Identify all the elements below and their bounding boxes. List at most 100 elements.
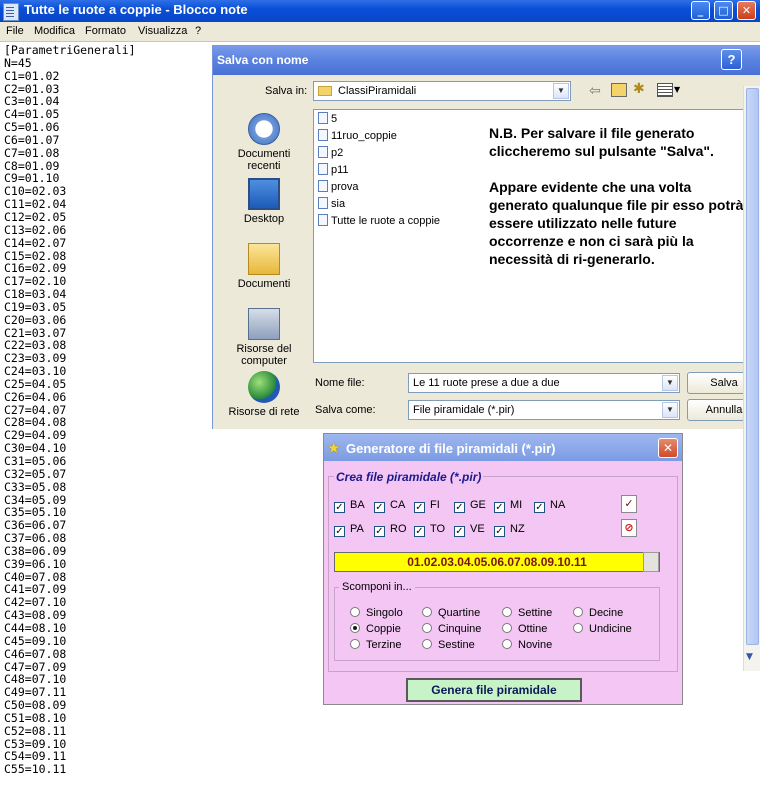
place-documents[interactable]: Documenti [227,243,301,290]
savetype-dropdown[interactable]: File piramidale (*.pir) ▼ [408,400,680,420]
scroll-down-icon[interactable]: ▼ [746,652,753,662]
radio-ottine[interactable]: Ottine [502,623,547,635]
place-computer[interactable]: Risorse del computer [227,308,301,367]
notepad-line: C26=04.06 [4,389,67,404]
generator-titlebar: ★ Generatore di file piramidali (*.pir) … [324,434,682,461]
radio-settine[interactable]: Settine [502,607,552,619]
checkmark-icon: ✓ [334,526,345,537]
radio-singolo[interactable]: Singolo [350,607,403,619]
notepad-line: C44=08.10 [4,620,67,635]
place-computer-label: Risorse del computer [236,343,292,367]
checkbox-mi[interactable]: ✓ MI [494,499,522,513]
place-desktop-label: Desktop [243,213,285,225]
checkbox-ro[interactable]: ✓ RO [374,523,407,537]
radio-cinquine[interactable]: Cinquine [422,623,481,635]
menu-file[interactable]: File [6,25,24,37]
radio-sestine[interactable]: Sestine [422,639,475,651]
generate-button[interactable]: Genera file piramidale [406,678,582,702]
new-folder-icon[interactable]: ✱ [633,81,645,97]
checkbox-fi[interactable]: ✓ FI [414,499,440,513]
notepad-line: C18=03.04 [4,287,67,302]
close-button[interactable]: ✕ [737,1,756,20]
notepad-scrollbar[interactable]: ▼ [743,86,760,671]
radio-circle [422,639,432,649]
view-menu-icon[interactable] [657,83,673,97]
place-documents-label: Documenti [237,278,291,290]
checkbox-nz[interactable]: ✓ NZ [494,523,525,537]
checkmark-icon: ✓ [454,502,465,513]
file-item[interactable]: p2 [318,146,343,162]
checkbox-ca[interactable]: ✓ CA [374,499,405,513]
checkmark-icon: ✓ [454,526,465,537]
checkbox-na[interactable]: ✓ NA [534,499,565,513]
notepad-line: C1=01.02 [4,68,60,83]
check-all-button[interactable]: ✓ [621,495,637,513]
savetype-value: File piramidale (*.pir) [413,404,515,416]
filename-value: Le 11 ruote prese a due a due [413,377,560,389]
radio-circle [573,623,583,633]
place-recent[interactable]: Documenti recenti [227,113,301,172]
notepad-menubar: File Modifica Formato Visualizza ? [0,22,760,42]
view-chevron-icon[interactable]: ▼ [674,85,680,94]
radio-novine[interactable]: Novine [502,639,552,651]
checkbox-ba[interactable]: ✓ BA [334,499,365,513]
file-item[interactable]: prova [318,180,359,196]
file-item[interactable]: sia [318,197,345,213]
scrollbar-thumb[interactable] [746,88,759,645]
help-button[interactable]: ? [721,49,742,70]
notepad-line: C7=01.08 [4,145,60,160]
file-item[interactable]: 11ruo_coppie [318,129,397,145]
star-icon: ★ [327,439,341,457]
radio-coppie[interactable]: Coppie [350,623,401,635]
numbers-spinner[interactable] [643,552,659,572]
file-list[interactable]: 5 11ruo_coppie p2 p11 prova sia Tutte le… [313,109,745,363]
notepad-text-area[interactable]: [ParametriGenerali] N=45 C1=01.02 C2=01.03 C… [4,44,136,776]
save-in-dropdown[interactable]: ClassiPiramidali ▼ [313,81,571,101]
checkbox-ve[interactable]: ✓ VE [454,523,485,537]
menu-visualizza[interactable]: Visualizza [138,25,187,37]
radio-quartine[interactable]: Quartine [422,607,480,619]
checkbox-pa[interactable]: ✓ PA [334,523,364,537]
menu-formato[interactable]: Formato [85,25,126,37]
pir-file-icon [318,112,328,124]
chevron-down-icon: ▼ [662,375,678,391]
checkmark-icon: ✓ [494,502,505,513]
maximize-button[interactable]: □ [714,1,733,20]
notepad-line: C33=05.08 [4,479,67,494]
numbers-field[interactable]: 01.02.03.04.05.06.07.08.09.10.11 [334,552,660,572]
file-item[interactable]: Tutte le ruote a coppie [318,214,440,230]
checkmark-icon: ✓ [494,526,505,537]
minimize-button[interactable]: _ [691,1,710,20]
file-item[interactable]: 5 [318,112,337,128]
up-folder-icon[interactable] [611,83,627,97]
place-desktop[interactable]: Desktop [227,178,301,225]
pir-file-icon [318,129,328,141]
pir-file-icon [318,180,328,192]
notepad-line: C45=09.10 [4,633,67,648]
radio-undicine[interactable]: Undicine [573,623,632,635]
menu-help[interactable]: ? [195,25,201,37]
checkbox-ge[interactable]: ✓ GE [454,499,486,513]
back-icon[interactable]: ⇦ [589,83,601,99]
radio-circle [422,623,432,633]
radio-terzine[interactable]: Terzine [350,639,401,651]
file-item[interactable]: p11 [318,163,349,179]
filename-input[interactable]: Le 11 ruote prese a due a due ▼ [408,373,680,393]
pir-file-icon [318,146,328,158]
radio-circle [502,639,512,649]
notepad-line: C51=08.10 [4,710,67,725]
checkmark-icon: ✓ [374,502,385,513]
prohibited-icon: ⊘ [624,521,634,534]
checkbox-to[interactable]: ✓ TO [414,523,445,537]
note-paragraph-2: Appare evidente che una volta generato q… [489,179,744,267]
close-button[interactable]: ✕ [658,438,678,458]
checkmark-icon: ✓ [414,502,425,513]
uncheck-all-button[interactable]: ⊘ [621,519,637,537]
notepad-line: C55=10.11 [4,762,67,777]
menu-modifica[interactable]: Modifica [34,25,75,37]
save-dialog-title: Salva con nome [217,53,309,67]
radio-decine[interactable]: Decine [573,607,623,619]
radio-circle [350,607,360,617]
generator-title: Generatore di file piramidali (*.pir) [346,441,556,456]
place-network[interactable]: Risorse di rete [227,371,301,418]
